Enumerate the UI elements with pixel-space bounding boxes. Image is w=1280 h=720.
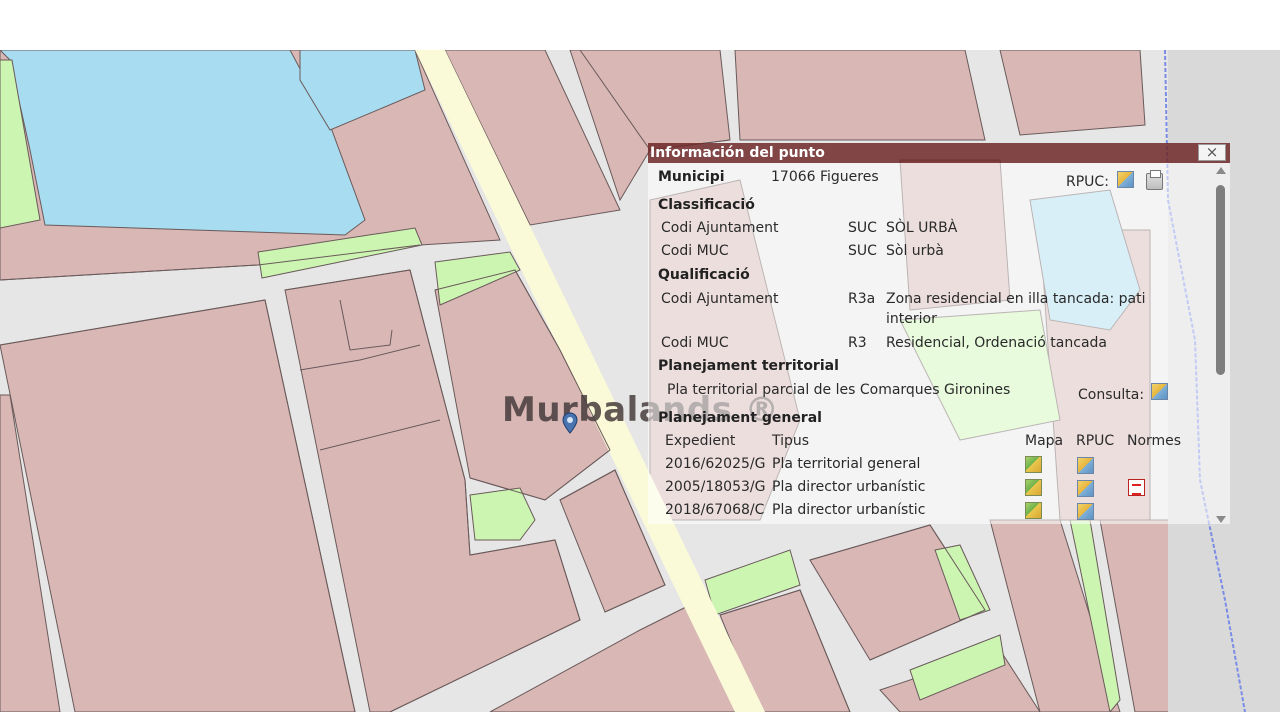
location-pin-icon[interactable] <box>562 412 578 434</box>
column-header-normes: Normes <box>1127 433 1182 449</box>
column-header-mapa: Mapa <box>1025 433 1064 449</box>
scroll-thumb[interactable] <box>1216 185 1225 375</box>
qualificacio-row-label: Codi Ajuntament <box>661 291 779 307</box>
map-icon[interactable] <box>1025 502 1042 519</box>
table-row-tipus: Pla territorial general <box>772 456 921 472</box>
table-row-expedient: 2005/18053/G <box>665 479 766 495</box>
scroll-down-icon[interactable] <box>1216 516 1226 523</box>
close-button[interactable]: × <box>1198 144 1226 161</box>
table-row-expedient: 2016/62025/G <box>665 456 766 472</box>
classificacio-row-label: Codi Ajuntament <box>661 220 779 236</box>
popup-body: Municipi 17066 Figueres RPUC: Classifica… <box>648 163 1230 524</box>
rpuc-icon[interactable] <box>1077 457 1094 474</box>
pdf-icon[interactable] <box>1128 479 1145 496</box>
classificacio-row-desc: SÒL URBÀ <box>886 220 958 236</box>
rpuc-icon[interactable] <box>1077 503 1094 520</box>
planejament-general-title: Planejament general <box>658 410 822 426</box>
consulta-icon[interactable] <box>1151 383 1168 400</box>
popup-header: Información del punto <box>648 143 1230 163</box>
map-icon[interactable] <box>1025 479 1042 496</box>
territorial-plan: Pla territorial parcial de les Comarques… <box>667 382 1011 398</box>
scroll-up-icon[interactable] <box>1216 167 1226 174</box>
table-row-expedient: 2018/67068/C <box>665 502 765 518</box>
point-info-popup: Información del punto × Municipi 17066 F… <box>648 143 1230 524</box>
qualificacio-row-code: R3 <box>848 335 867 351</box>
planejament-territorial-title: Planejament territorial <box>658 358 839 374</box>
qualificacio-row-label: Codi MUC <box>661 335 729 351</box>
parcel <box>999 50 1146 136</box>
rpuc-label: RPUC: <box>1066 174 1109 190</box>
consulta-label: Consulta: <box>1078 387 1145 403</box>
column-header-rpuc: RPUC <box>1076 433 1115 449</box>
qualificacio-row-desc: Zona residencial en illa tancada: pati i… <box>886 291 1146 327</box>
map-icon[interactable] <box>1025 456 1042 473</box>
classificacio-title: Classificació <box>658 197 755 213</box>
classificacio-row-label: Codi MUC <box>661 243 729 259</box>
classificacio-row-code: SUC <box>848 243 877 259</box>
rpuc-icon[interactable] <box>1077 480 1094 497</box>
rpuc-icon[interactable] <box>1117 171 1134 188</box>
popup-scrollbar[interactable] <box>1214 167 1228 523</box>
table-row-tipus: Pla director urbanístic <box>772 502 926 518</box>
print-icon[interactable] <box>1146 170 1163 190</box>
municipi-label: Municipi <box>658 169 725 185</box>
qualificacio-row-desc: Residencial, Ordenació tancada <box>886 335 1107 351</box>
column-header-expedient: Expedient <box>665 433 736 449</box>
classificacio-row-code: SUC <box>848 220 877 236</box>
parcel <box>734 50 986 141</box>
column-header-tipus: Tipus <box>772 433 810 449</box>
qualificacio-title: Qualificació <box>658 267 750 283</box>
classificacio-row-desc: Sòl urbà <box>886 243 944 259</box>
table-row-tipus: Pla director urbanístic <box>772 479 926 495</box>
municipi-value: 17066 Figueres <box>771 169 879 185</box>
qualificacio-row-code: R3a <box>848 291 876 307</box>
popup-title: Información del punto <box>650 145 825 161</box>
